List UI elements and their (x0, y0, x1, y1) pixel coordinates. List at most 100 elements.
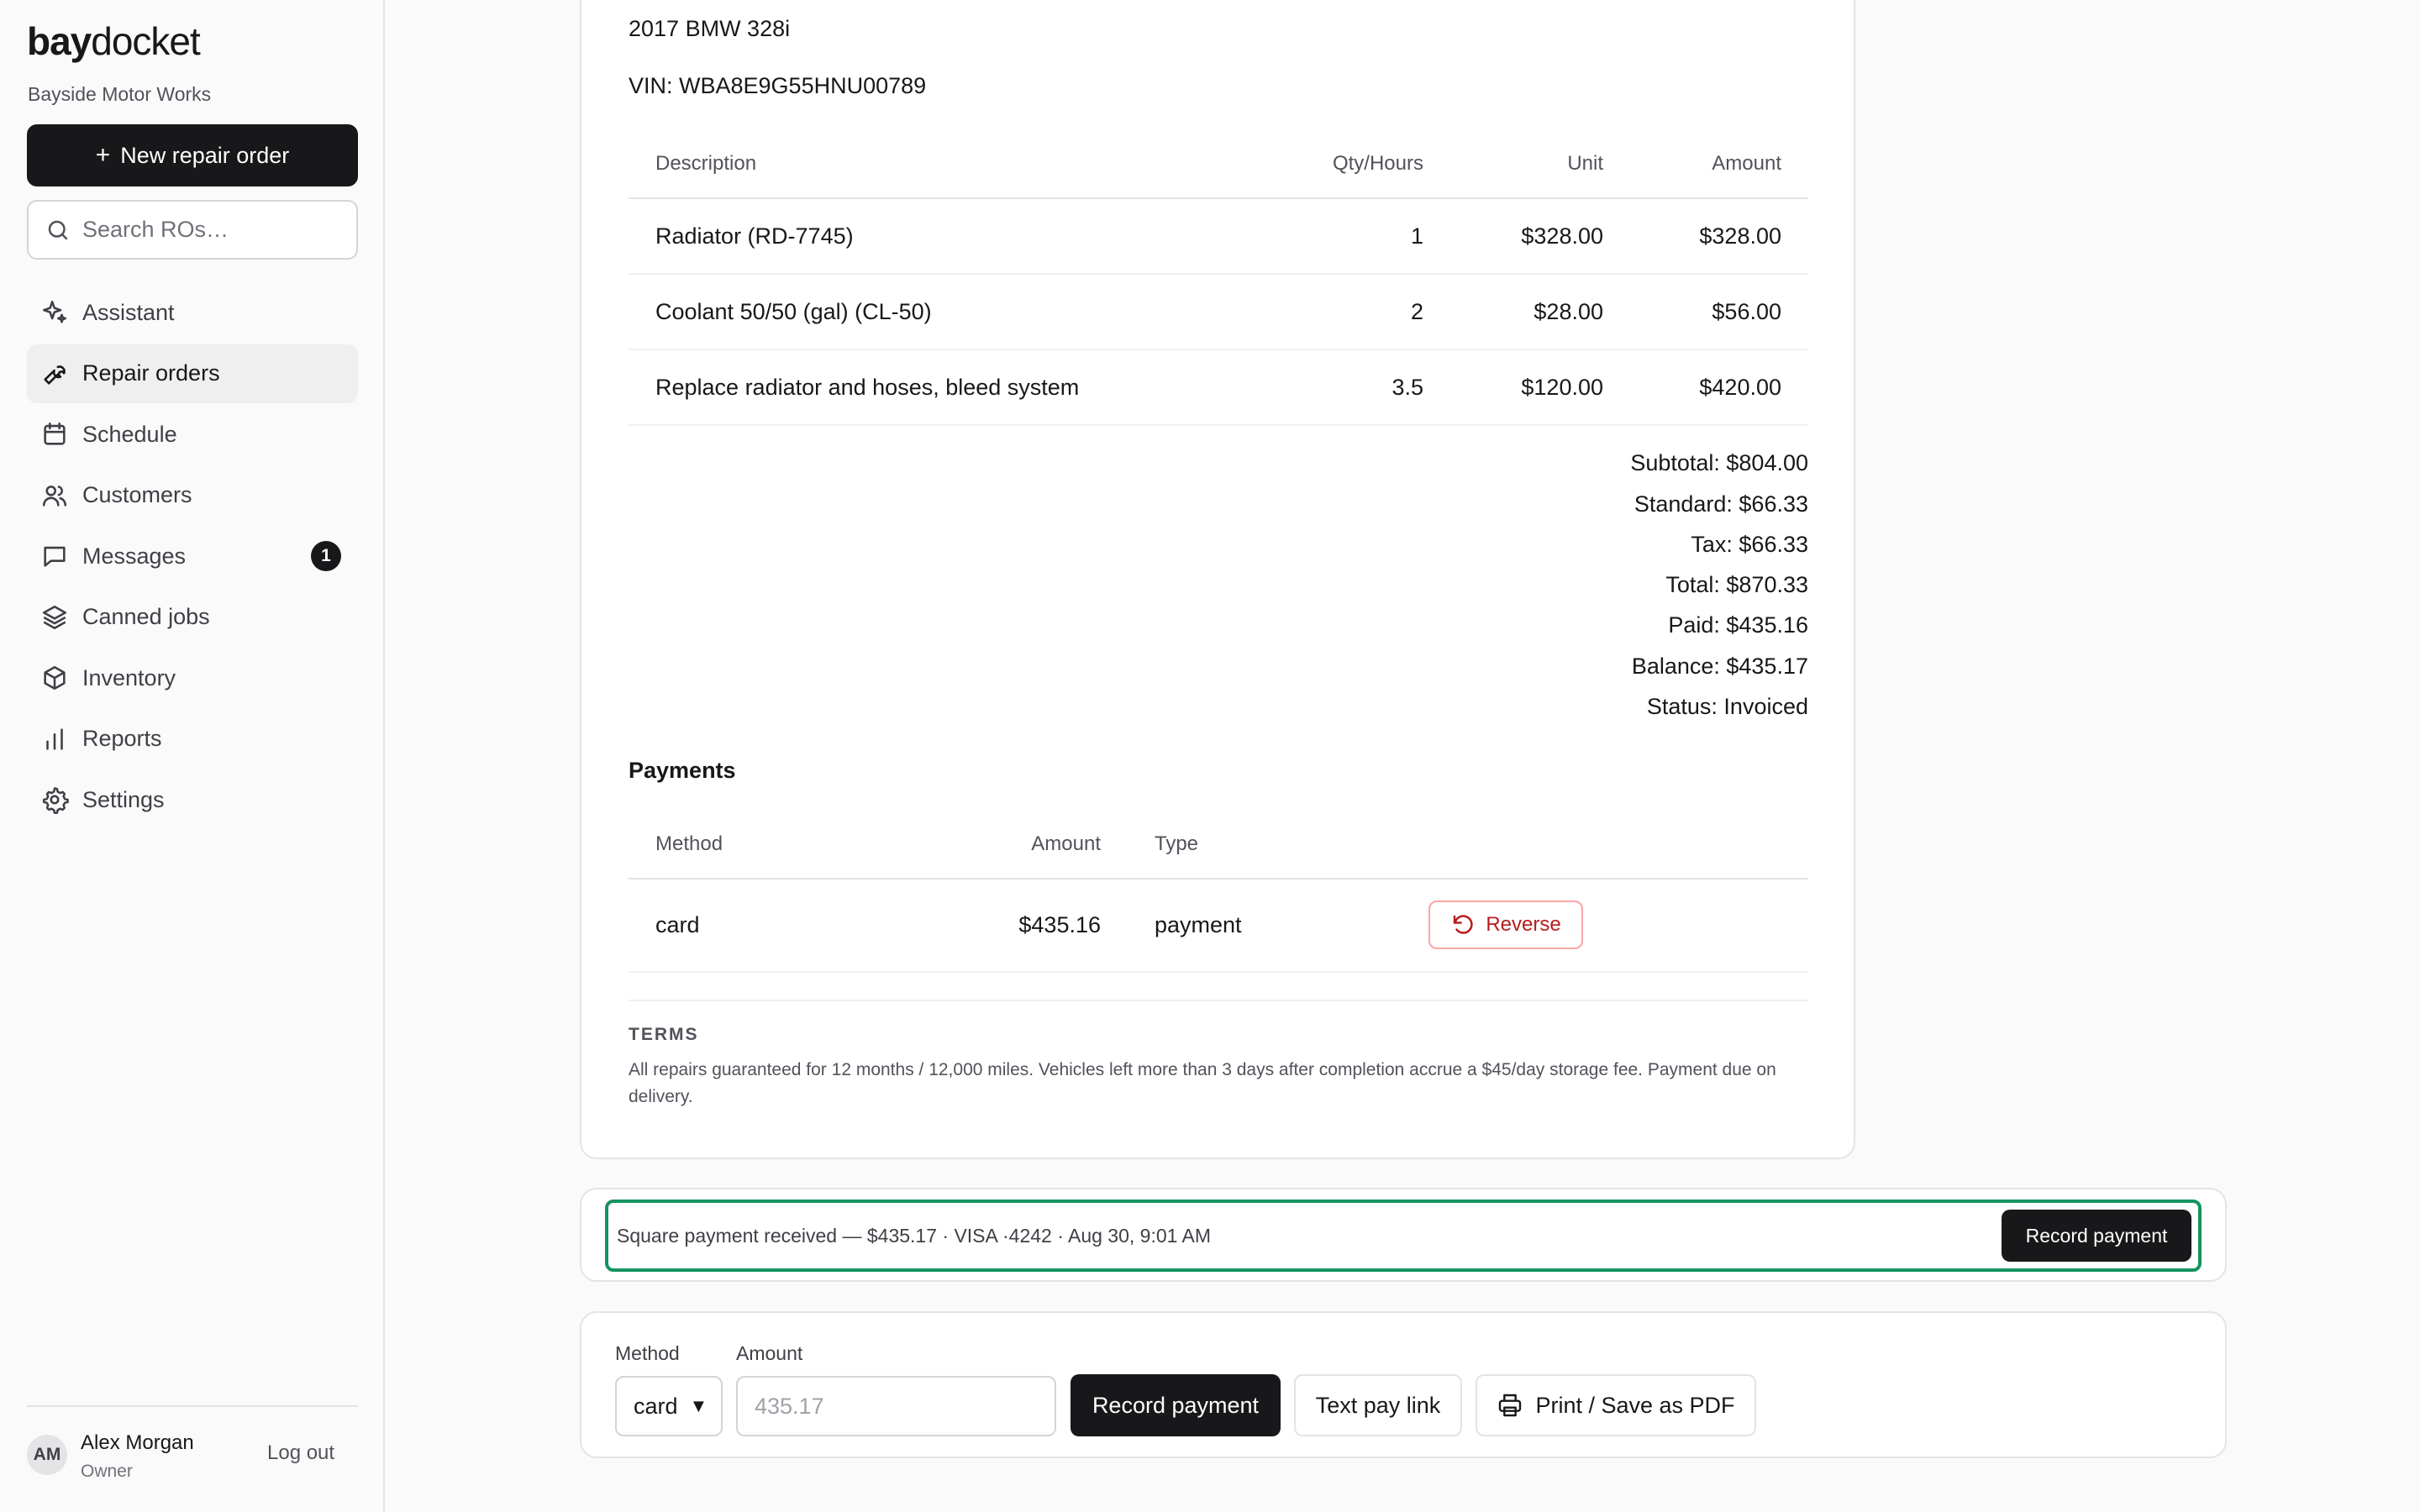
totals-tax: Tax: $66.33 (1691, 532, 1808, 557)
col-header-description: Description (655, 152, 757, 175)
sidebar-item-label: Customers (82, 482, 192, 507)
unread-badge: 1 (311, 541, 341, 571)
payment-method: card (655, 912, 700, 937)
sidebar-item-label: Inventory (82, 664, 176, 690)
line-unit: $28.00 (1534, 299, 1603, 324)
printer-icon (1499, 1394, 1522, 1417)
brand-logo[interactable]: baydocket (27, 18, 201, 64)
reverse-payment-button[interactable]: Reverse (1428, 900, 1583, 949)
line-description: Replace radiator and hoses, bleed system (655, 375, 1080, 400)
notification-message: Square payment received — $435.17 · VISA… (617, 1224, 1212, 1247)
undo-icon (1454, 915, 1473, 934)
line-description: Coolant 50/50 (gal) (CL-50) (655, 299, 932, 324)
sidebar-item-label: Reports (82, 726, 162, 751)
totals-balance: Balance: $435.17 (1631, 654, 1808, 679)
search-input[interactable]: Search ROs… (82, 217, 229, 243)
brand-part-2: docket (91, 19, 201, 63)
col-header-qty: Qty/Hours (1332, 152, 1423, 175)
line-qty: 3.5 (1392, 375, 1423, 400)
sidebar-item-label: Settings (82, 786, 165, 812)
text-pay-link-button[interactable]: Text pay link (1294, 1374, 1462, 1436)
user-role: Owner (81, 1462, 133, 1481)
user-name: Alex Morgan (81, 1431, 194, 1454)
amount-label: Amount (736, 1342, 803, 1364)
plus-icon: + (95, 141, 111, 169)
bar-chart-icon (46, 727, 63, 750)
payments-title: Payments (629, 758, 736, 783)
totals-paid: Paid: $435.16 (1668, 612, 1808, 638)
message-icon (44, 546, 66, 567)
payments-col-type: Type (1155, 832, 1199, 855)
sidebar-item-label: Messages (82, 543, 187, 569)
vehicle-name: 2017 BMW 328i (629, 16, 791, 41)
sidebar-item-label: Canned jobs (82, 604, 210, 629)
totals-status: Status: Invoiced (1646, 694, 1808, 719)
col-header-amount: Amount (1712, 152, 1781, 175)
section-divider (629, 1000, 1808, 1001)
sidebar-item-schedule[interactable]: Schedule (27, 405, 358, 464)
search-box[interactable]: Search ROs… (27, 200, 358, 260)
logout-button[interactable]: Log out (267, 1441, 334, 1465)
line-amount: $328.00 (1699, 223, 1781, 249)
col-header-unit: Unit (1567, 152, 1603, 175)
print-pdf-label: Print / Save as PDF (1535, 1392, 1735, 1418)
vehicle-vin: VIN: WBA8E9G55HNU00789 (629, 73, 927, 98)
method-select[interactable]: card ▼ (615, 1376, 723, 1436)
line-qty: 1 (1410, 223, 1423, 249)
table-divider (629, 971, 1808, 973)
totals-subtotal: Subtotal: $804.00 (1630, 450, 1808, 475)
caret-down-icon: ▼ (689, 1395, 708, 1416)
method-value: card (634, 1393, 678, 1419)
line-qty: 2 (1410, 299, 1423, 324)
line-unit: $120.00 (1521, 375, 1603, 400)
totals-standard: Standard: $66.33 (1634, 491, 1808, 517)
new-repair-order-label: New repair order (120, 142, 290, 168)
reverse-label: Reverse (1486, 913, 1561, 936)
square-payment-notification: Square payment received — $435.17 · VISA… (605, 1200, 2202, 1272)
gear-icon (42, 787, 69, 814)
sidebar-item-messages[interactable]: Messages 1 (27, 527, 358, 585)
table-divider (629, 349, 1808, 350)
payments-col-amount: Amount (1031, 832, 1101, 855)
brand-part-1: bay (27, 19, 92, 63)
calendar-icon (44, 422, 66, 445)
line-amount: $56.00 (1712, 299, 1781, 324)
sidebar-item-assistant[interactable]: Assistant (27, 283, 358, 342)
record-payment-button[interactable]: Record payment (1071, 1374, 1281, 1436)
amount-input[interactable] (736, 1376, 1056, 1436)
payment-type: payment (1155, 912, 1242, 937)
sidebar: baydocket Bayside Motor Works + New repa… (0, 0, 385, 1512)
shop-name: Bayside Motor Works (28, 83, 212, 105)
line-description: Radiator (RD-7745) (655, 223, 854, 249)
line-unit: $328.00 (1521, 223, 1603, 249)
sidebar-nav: Assistant Repair orders Schedule Custome… (27, 283, 358, 832)
sidebar-item-customers[interactable]: Customers (27, 466, 358, 525)
users-icon (42, 485, 67, 507)
sidebar-item-canned-jobs[interactable]: Canned jobs (27, 588, 358, 647)
avatar: AM (27, 1435, 67, 1475)
box-icon (44, 665, 66, 690)
notification-record-payment-button[interactable]: Record payment (2002, 1210, 2191, 1262)
terms-text: All repairs guaranteed for 12 months / 1… (629, 1060, 1776, 1106)
sidebar-item-label: Assistant (82, 299, 175, 325)
new-repair-order-button[interactable]: + New repair order (27, 124, 358, 186)
sidebar-item-reports[interactable]: Reports (27, 710, 358, 769)
sparkle-icon (42, 300, 67, 323)
table-divider (629, 424, 1808, 426)
payment-amount: $435.16 (1018, 912, 1101, 937)
divider (27, 1405, 358, 1407)
terms-title: TERMS (629, 1025, 699, 1044)
sidebar-item-label: Schedule (82, 421, 177, 447)
line-amount: $420.00 (1699, 375, 1781, 400)
sidebar-item-label: Repair orders (82, 360, 220, 386)
sidebar-item-inventory[interactable]: Inventory (27, 648, 358, 707)
table-divider (629, 878, 1808, 879)
sidebar-item-settings[interactable]: Settings (27, 770, 358, 829)
search-icon (48, 220, 68, 239)
layers-icon (42, 605, 67, 629)
table-divider (629, 273, 1808, 275)
sidebar-item-repair-orders[interactable]: Repair orders (27, 344, 358, 403)
print-pdf-button[interactable]: Print / Save as PDF (1476, 1374, 1756, 1436)
method-label: Method (615, 1342, 680, 1364)
table-divider (629, 197, 1808, 199)
